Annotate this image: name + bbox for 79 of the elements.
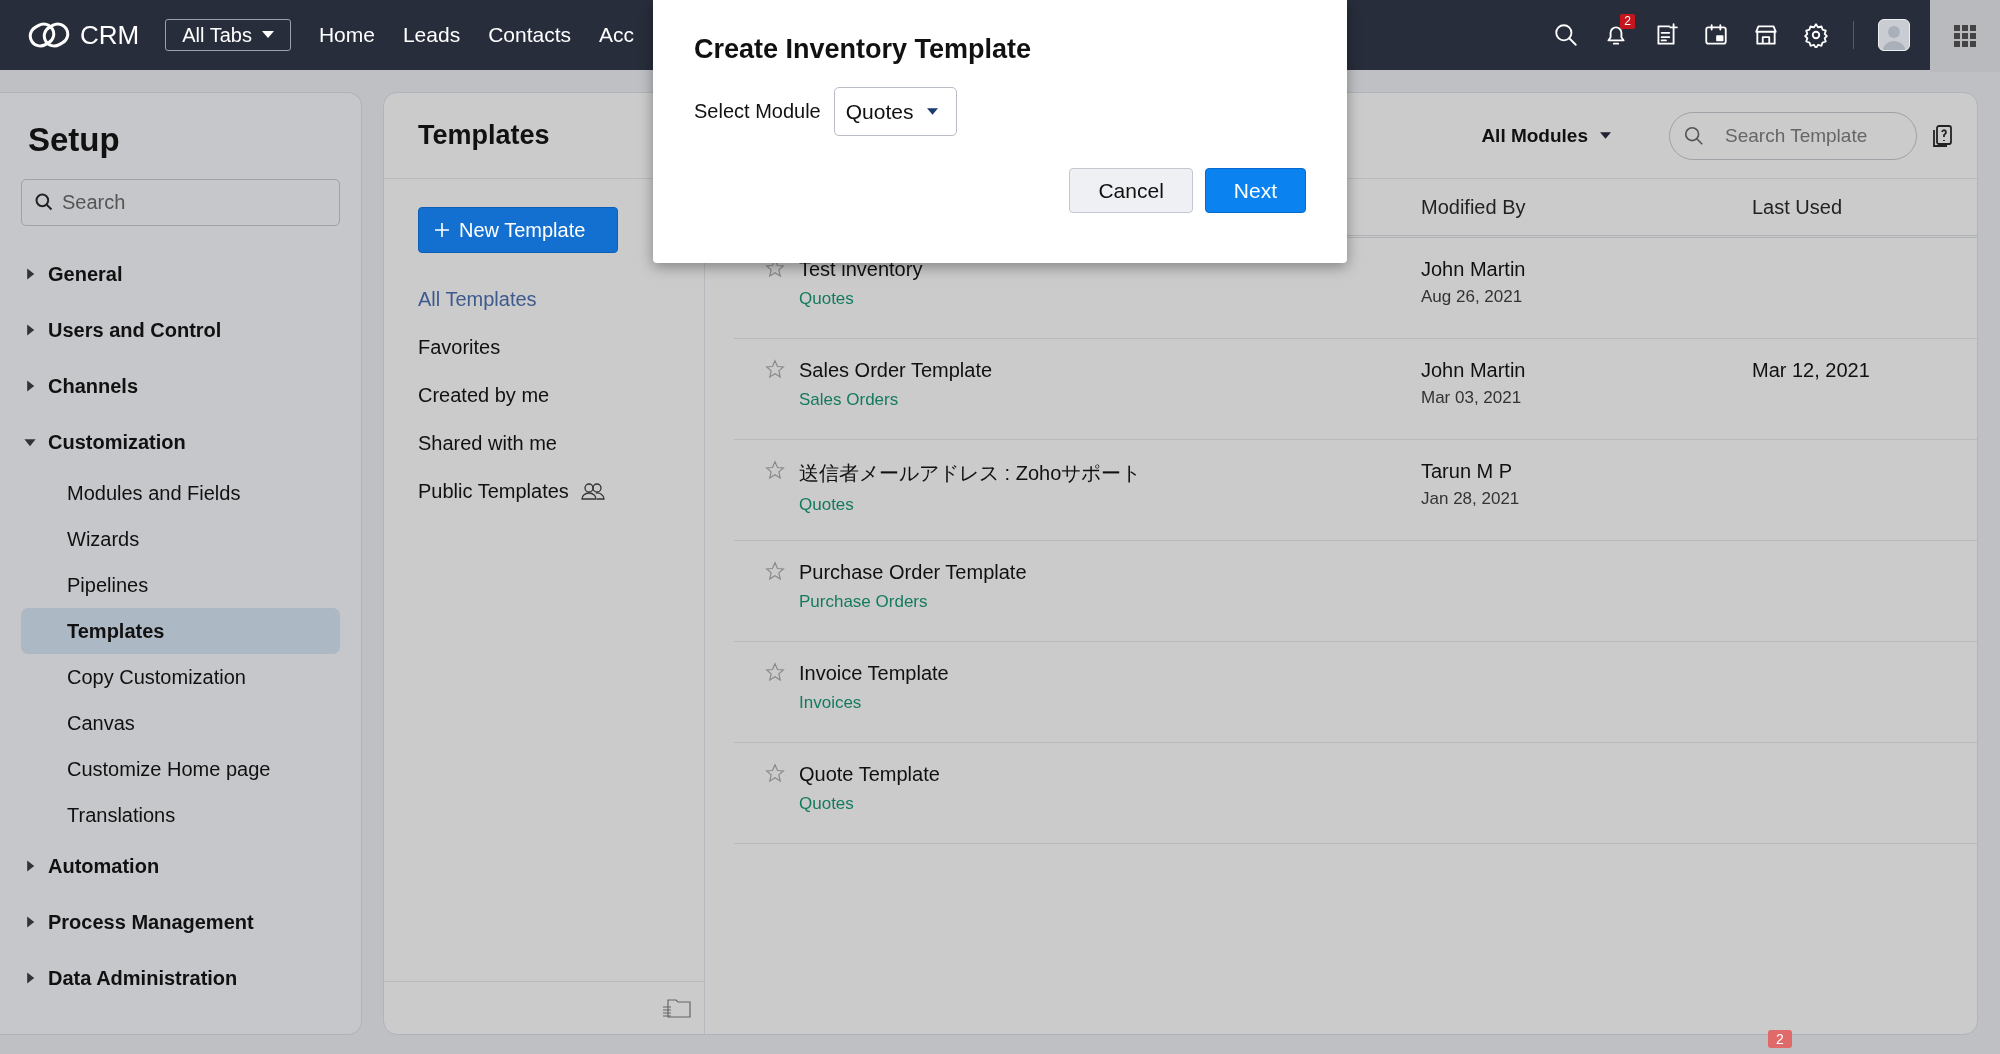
sidebar-subitem[interactable]: Customize Home page xyxy=(21,746,340,792)
last-used-date: Mar 12, 2021 xyxy=(1752,359,1870,381)
filter-link[interactable]: Created by me xyxy=(418,383,550,407)
app-name: CRM xyxy=(80,19,140,51)
sidebar-item[interactable]: Channels xyxy=(48,374,139,398)
sidebar-item[interactable]: Customization xyxy=(48,430,186,454)
panel-title: Templates xyxy=(418,120,550,151)
sidebar-item[interactable]: Data Administration xyxy=(48,966,238,990)
sidebar-subitem[interactable]: Copy Customization xyxy=(21,654,340,700)
search-icon[interactable] xyxy=(1553,22,1579,48)
column-header[interactable]: Modified By xyxy=(1421,195,1752,219)
folder-icon[interactable] xyxy=(662,997,692,1019)
field-label: Select Module xyxy=(694,100,821,123)
search-icon xyxy=(1683,124,1705,147)
settings-icon[interactable] xyxy=(1803,22,1829,48)
filter-link[interactable]: Public Templates xyxy=(418,479,569,503)
module-name: Purchase Orders xyxy=(799,592,929,612)
all-tabs-button[interactable]: All Tabs xyxy=(165,19,291,51)
template-name[interactable]: 送信者メールアドレス : Zohoサポート xyxy=(799,460,1142,487)
sidebar-subitem[interactable]: Translations xyxy=(21,792,340,838)
sidebar-subitem[interactable]: Modules and Fields xyxy=(21,470,340,516)
modified-date: Aug 26, 2021 xyxy=(1421,287,1524,307)
sidebar-subitem[interactable]: Wizards xyxy=(21,516,340,562)
avatar-icon[interactable] xyxy=(1878,19,1910,51)
panel-title: Setup xyxy=(28,121,121,159)
search-icon xyxy=(34,192,54,212)
modified-date: Mar 03, 2021 xyxy=(1421,388,1523,408)
star-icon[interactable] xyxy=(765,662,785,682)
sidebar-subitem[interactable]: Templates xyxy=(21,608,340,654)
module-name: Quotes xyxy=(799,289,855,309)
sidebar-item[interactable]: Process Management xyxy=(48,910,254,934)
apps-grid-icon[interactable] xyxy=(1954,25,1976,47)
nav-tab[interactable]: Home xyxy=(318,23,375,47)
sidebar-item[interactable]: Users and Control xyxy=(48,318,222,342)
module-filter-dropdown[interactable]: All Modules xyxy=(1475,123,1617,148)
notification-badge: 2 xyxy=(1620,14,1635,29)
plus-icon[interactable] xyxy=(433,221,451,239)
modified-date: Jan 28, 2021 xyxy=(1421,489,1521,509)
search-field[interactable]: Search xyxy=(21,179,340,226)
search-template-field[interactable]: Search Template xyxy=(1669,111,1917,160)
template-name[interactable]: Invoice Template xyxy=(799,662,949,685)
template-name[interactable]: Quote Template xyxy=(799,763,940,786)
star-icon[interactable] xyxy=(765,359,785,379)
star-icon[interactable] xyxy=(765,561,785,581)
nav-tab[interactable]: Leads xyxy=(402,23,461,47)
module-name: Invoices xyxy=(799,693,863,713)
caret-icon[interactable] xyxy=(261,31,274,39)
calendar-icon[interactable] xyxy=(1703,22,1729,48)
module-name: Sales Orders xyxy=(799,390,900,410)
caret-icon[interactable] xyxy=(927,107,939,116)
template-name[interactable]: Sales Order Template xyxy=(799,359,993,382)
modified-by: John Martin xyxy=(1421,359,1527,382)
next-button[interactable]: Next xyxy=(1204,168,1306,213)
nav-tab[interactable]: Contacts xyxy=(488,23,571,47)
star-icon[interactable] xyxy=(765,763,785,783)
modified-by: John Martin xyxy=(1421,258,1527,281)
dialog-title: Create Inventory Template xyxy=(694,34,1033,65)
logo-icon[interactable] xyxy=(28,20,70,50)
modified-by: Tarun M P xyxy=(1421,460,1514,483)
module-name: Quotes xyxy=(799,495,855,515)
sidebar-subitem[interactable]: Pipelines xyxy=(21,562,340,608)
nav-tab[interactable]: Acc xyxy=(599,23,635,47)
module-select[interactable]: Quotes xyxy=(833,87,958,136)
sidebar-item[interactable]: General xyxy=(48,262,123,286)
filter-link[interactable]: Favorites xyxy=(418,335,501,359)
help-icon[interactable] xyxy=(1931,123,1953,148)
new-template-button[interactable]: New Template xyxy=(418,207,618,253)
template-name[interactable]: Purchase Order Template xyxy=(799,561,1027,584)
cancel-button[interactable]: Cancel xyxy=(1069,168,1193,213)
sidebar-subitem[interactable]: Canvas xyxy=(21,700,340,746)
count-badge: 2 xyxy=(1768,1030,1792,1048)
star-icon[interactable] xyxy=(765,460,785,480)
filter-link[interactable]: Shared with me xyxy=(418,431,557,455)
caret-icon[interactable] xyxy=(1600,131,1611,140)
sidebar-item[interactable]: Automation xyxy=(48,854,160,878)
store-icon[interactable] xyxy=(1753,22,1779,48)
filter-link[interactable]: All Templates xyxy=(418,287,537,311)
module-name: Quotes xyxy=(799,794,855,814)
column-header[interactable]: Last Used xyxy=(1752,195,1977,219)
